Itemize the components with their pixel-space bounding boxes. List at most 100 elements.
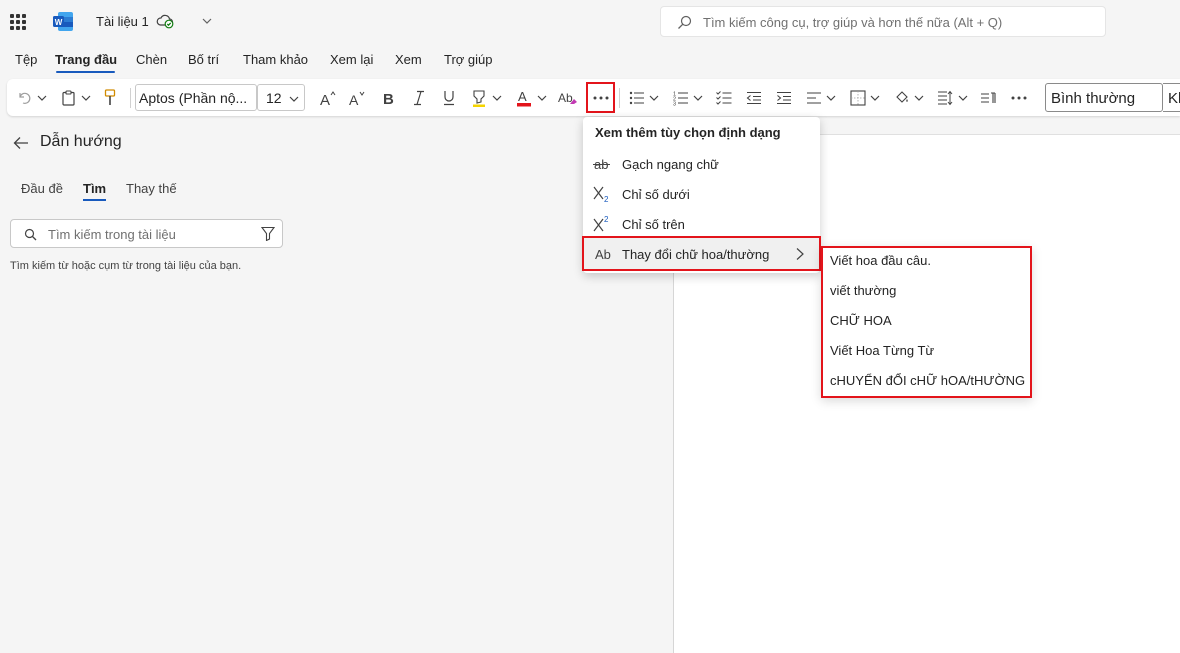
highlighter-icon bbox=[473, 89, 485, 107]
highlight-dropdown[interactable] bbox=[491, 79, 503, 116]
line-spacing-button[interactable] bbox=[935, 79, 955, 116]
format-painter-button[interactable] bbox=[101, 79, 119, 116]
font-color-button[interactable]: A bbox=[514, 79, 534, 116]
align-left-icon bbox=[807, 91, 821, 104]
document-search-input[interactable]: Tìm kiếm trong tài liệu bbox=[10, 219, 283, 248]
style-next[interactable]: Kh bbox=[1163, 83, 1180, 112]
checklist-icon bbox=[716, 90, 732, 105]
chevron-down-icon bbox=[537, 95, 547, 101]
chevron-down-icon bbox=[870, 95, 880, 101]
grow-font-button[interactable]: A bbox=[318, 79, 338, 116]
align-button[interactable] bbox=[804, 79, 824, 116]
undo-icon bbox=[19, 92, 31, 104]
font-color-dropdown[interactable] bbox=[536, 79, 548, 116]
more-formatting-button[interactable] bbox=[586, 82, 615, 113]
tab-file[interactable]: Tệp bbox=[15, 52, 37, 67]
nav-tab-headings[interactable]: Đầu đề bbox=[21, 181, 63, 196]
menu-heading: Xem thêm tùy chọn định dạng bbox=[595, 125, 781, 140]
title-bar: W Tài liệu 1 Tìm kiếm công cụ, trợ giúp … bbox=[0, 0, 1180, 44]
undo-button[interactable] bbox=[15, 79, 33, 116]
menu-item-label: Chỉ số dưới bbox=[622, 187, 690, 202]
highlight-button[interactable] bbox=[469, 79, 489, 116]
shading-dropdown[interactable] bbox=[913, 79, 925, 116]
word-logo-icon: W bbox=[53, 12, 73, 31]
bold-button[interactable]: B bbox=[379, 79, 399, 116]
clear-formatting-button[interactable]: Ab bbox=[557, 79, 579, 116]
svg-text:Ab: Ab bbox=[558, 91, 573, 105]
more-options-button[interactable] bbox=[1008, 79, 1030, 116]
active-tab-indicator bbox=[56, 71, 115, 73]
chevron-down-icon bbox=[289, 96, 299, 102]
shrink-font-button[interactable]: A bbox=[347, 79, 367, 116]
tab-view[interactable]: Xem bbox=[395, 52, 422, 67]
menu-item-label: Chỉ số trên bbox=[622, 217, 685, 232]
line-spacing-dropdown[interactable] bbox=[957, 79, 969, 116]
checklist-button[interactable] bbox=[714, 79, 734, 116]
shading-button[interactable] bbox=[892, 79, 912, 116]
svg-text:2: 2 bbox=[604, 195, 609, 203]
decrease-indent-button[interactable] bbox=[744, 79, 764, 116]
nav-active-tab-indicator bbox=[83, 199, 106, 201]
svg-text:A: A bbox=[518, 89, 527, 104]
shading-icon bbox=[896, 90, 908, 103]
italic-button[interactable] bbox=[409, 79, 429, 116]
tab-home[interactable]: Trang đầu bbox=[55, 52, 117, 67]
underline-button[interactable] bbox=[439, 79, 459, 116]
nav-tab-replace[interactable]: Thay thế bbox=[126, 181, 177, 196]
menu-item-strikethrough[interactable]: ab Gạch ngang chữ bbox=[583, 149, 820, 179]
back-arrow-icon[interactable] bbox=[13, 136, 29, 150]
menu-item-superscript[interactable]: 2 Chỉ số trên bbox=[583, 209, 820, 239]
case-option-toggle[interactable]: cHUYỂN đỔI cHỮ hOA/tHƯỜNG bbox=[830, 373, 1025, 388]
bullet-list-icon bbox=[629, 91, 644, 104]
search-input[interactable]: Tìm kiếm công cụ, trợ giúp và hơn thế nữ… bbox=[660, 6, 1106, 37]
document-title[interactable]: Tài liệu 1 bbox=[96, 14, 149, 29]
more-formatting-menu: Xem thêm tùy chọn định dạng ab Gạch ngan… bbox=[582, 117, 821, 273]
change-case-submenu: Viết hoa đầu câu. viết thường CHỮ HOA Vi… bbox=[821, 246, 1032, 398]
font-size-value: 12 bbox=[266, 90, 282, 106]
align-dropdown[interactable] bbox=[825, 79, 837, 116]
tab-layout[interactable]: Bố trí bbox=[188, 52, 219, 67]
case-option-sentence[interactable]: Viết hoa đầu câu. bbox=[830, 253, 931, 268]
style-normal[interactable]: Bình thường bbox=[1045, 83, 1163, 112]
tab-help[interactable]: Trợ giúp bbox=[444, 52, 493, 67]
decrease-indent-icon bbox=[746, 91, 761, 104]
tab-insert[interactable]: Chèn bbox=[136, 52, 167, 67]
borders-button[interactable] bbox=[848, 79, 868, 116]
chevron-down-icon bbox=[826, 95, 836, 101]
nav-tab-find[interactable]: Tìm bbox=[83, 181, 106, 196]
subscript-icon: 2 bbox=[593, 186, 609, 203]
app-launcher-icon[interactable] bbox=[10, 14, 26, 30]
numbering-button[interactable]: 123 bbox=[671, 79, 691, 116]
search-placeholder: Tìm kiếm công cụ, trợ giúp và hơn thế nữ… bbox=[703, 15, 1003, 30]
document-search-placeholder: Tìm kiếm trong tài liệu bbox=[48, 227, 176, 242]
case-option-lowercase[interactable]: viết thường bbox=[830, 283, 896, 298]
borders-icon bbox=[850, 89, 866, 106]
font-size-dropdown[interactable]: 12 bbox=[257, 84, 305, 111]
cloud-saved-icon[interactable] bbox=[156, 13, 174, 29]
undo-dropdown[interactable] bbox=[35, 79, 49, 116]
filter-icon[interactable] bbox=[261, 226, 275, 241]
font-name-dropdown[interactable]: Aptos (Phần nộ... bbox=[135, 84, 257, 111]
paste-dropdown[interactable] bbox=[79, 79, 93, 116]
increase-indent-button[interactable] bbox=[774, 79, 794, 116]
style-next-label: Kh bbox=[1168, 90, 1180, 107]
tab-review[interactable]: Xem lại bbox=[330, 52, 373, 67]
borders-dropdown[interactable] bbox=[869, 79, 881, 116]
bullets-button[interactable] bbox=[627, 79, 647, 116]
menu-item-change-case[interactable]: Ab Thay đổi chữ hoa/thường bbox=[582, 236, 821, 271]
svg-text:3: 3 bbox=[673, 101, 676, 106]
case-option-capitalize[interactable]: Viết Hoa Từng Từ bbox=[830, 343, 934, 358]
menu-item-subscript[interactable]: 2 Chỉ số dưới bbox=[583, 179, 820, 209]
bullets-dropdown[interactable] bbox=[648, 79, 660, 116]
tab-references[interactable]: Tham khảo bbox=[243, 52, 308, 67]
numbering-dropdown[interactable] bbox=[692, 79, 704, 116]
case-option-uppercase[interactable]: CHỮ HOA bbox=[830, 313, 892, 328]
increase-indent-icon bbox=[777, 91, 791, 104]
paragraph-options-button[interactable] bbox=[978, 79, 998, 116]
grow-font-icon: A bbox=[320, 90, 336, 106]
chevron-down-icon bbox=[693, 95, 703, 101]
chevron-down-icon[interactable] bbox=[201, 15, 213, 27]
svg-text:2: 2 bbox=[604, 215, 609, 224]
ribbon-separator bbox=[619, 88, 620, 108]
paste-button[interactable] bbox=[59, 79, 77, 116]
